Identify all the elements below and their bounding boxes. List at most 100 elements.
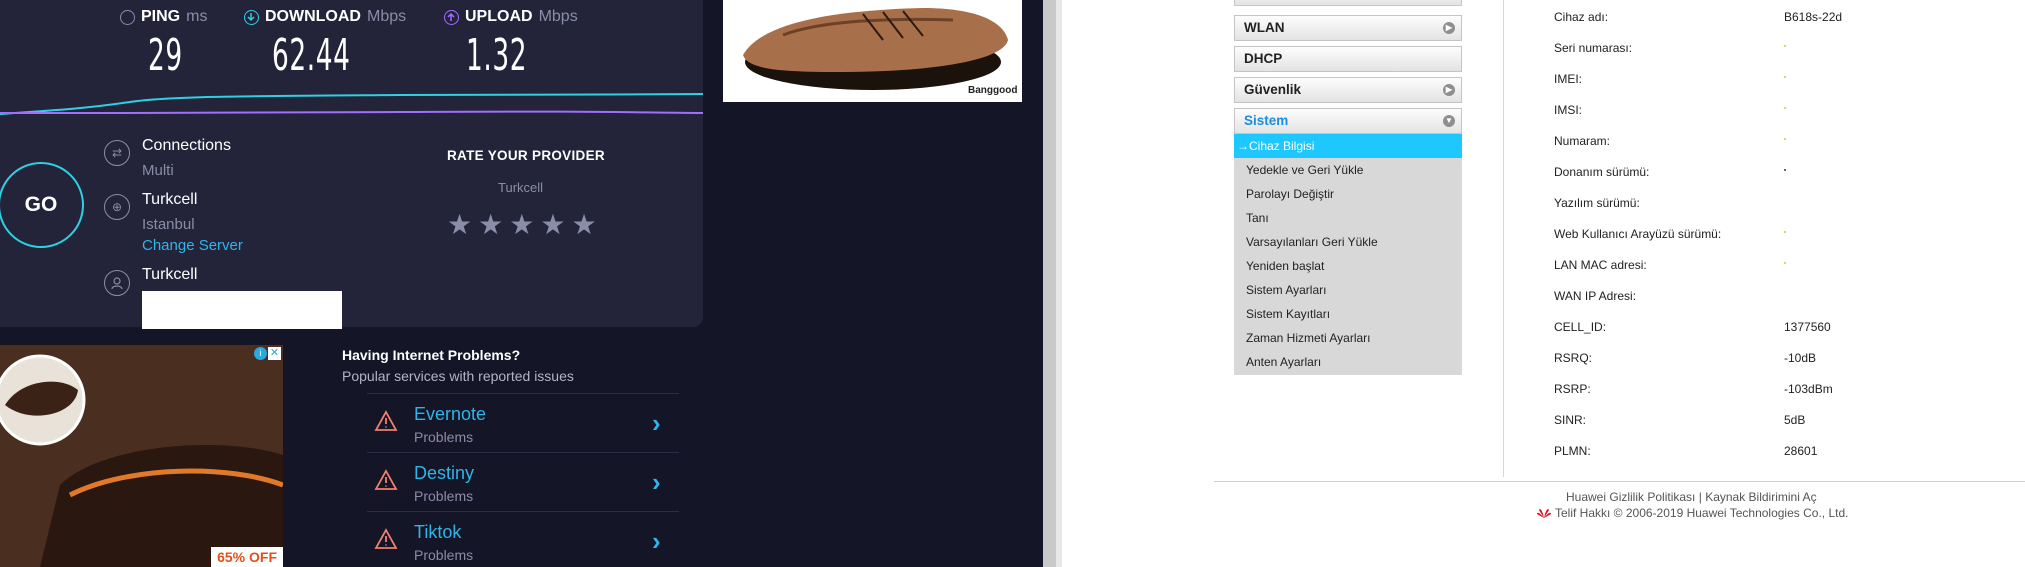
problem-name: Tiktok xyxy=(414,522,462,542)
submenu-item-yeniden-baslat[interactable]: Yeniden başlat xyxy=(1234,254,1462,278)
footer-divider xyxy=(1214,481,2025,482)
nav-item-vpn[interactable] xyxy=(1234,0,1462,6)
redacted-value xyxy=(1784,76,1786,78)
content-divider xyxy=(1503,0,1504,477)
problems-subtitle: Popular services with reported issues xyxy=(342,368,574,384)
submenu-item-tani[interactable]: Tanı xyxy=(1234,206,1462,230)
ping-icon xyxy=(120,9,135,25)
download-value: 62.44 xyxy=(272,30,351,81)
speedtest-panel: PING ms 29 DOWNLOAD Mbps 62.44 UPLOAD Mb xyxy=(0,0,703,329)
star-icon[interactable]: ★ xyxy=(509,211,534,239)
ip-address-redacted xyxy=(142,291,342,329)
nav-item-guvenlik[interactable]: Güvenlik ▶ xyxy=(1234,77,1462,103)
star-icon[interactable]: ★ xyxy=(447,211,472,239)
download-metric: DOWNLOAD Mbps 62.44 xyxy=(244,8,406,81)
problem-status: Problems xyxy=(414,547,474,563)
warning-icon xyxy=(374,410,398,431)
connections-icon[interactable]: ⇄ xyxy=(104,140,130,166)
star-icon[interactable]: ★ xyxy=(571,211,596,239)
redacted-value xyxy=(1784,231,1786,233)
speedtest-window: PING ms 29 DOWNLOAD Mbps 62.44 UPLOAD Mb xyxy=(0,0,1043,567)
nav-label: Güvenlik xyxy=(1244,82,1302,97)
chevron-right-icon[interactable]: › xyxy=(652,526,661,557)
discount-badge: 65% OFF xyxy=(211,547,283,567)
redacted-value xyxy=(1784,45,1786,47)
footer-links: Huawei Gizlilik Politikası | Kaynak Bild… xyxy=(1566,490,1817,504)
star-icon[interactable]: ★ xyxy=(478,211,503,239)
ad-info-icon[interactable]: i xyxy=(254,347,267,360)
submenu-item-zaman[interactable]: Zaman Hizmeti Ayarları xyxy=(1234,326,1462,350)
upload-icon xyxy=(444,9,459,25)
nav-item-sistem[interactable]: Sistem ▼ xyxy=(1234,108,1462,134)
upload-unit: Mbps xyxy=(538,8,578,25)
download-unit: Mbps xyxy=(366,8,407,25)
go-button[interactable]: GO xyxy=(0,162,84,248)
warning-icon xyxy=(374,528,398,549)
warning-icon xyxy=(374,469,398,490)
submenu-item-varsayilan[interactable]: Varsayılanları Geri Yükle xyxy=(1234,230,1462,254)
problem-name: Evernote xyxy=(414,404,487,424)
download-icon xyxy=(244,9,259,25)
banggood-logo: Banggood xyxy=(968,85,1018,96)
ping-unit: ms xyxy=(186,8,208,25)
submenu-item-sistem-ayarlari[interactable]: Sistem Ayarları xyxy=(1234,278,1462,302)
download-label: DOWNLOAD xyxy=(265,8,361,25)
nav-item-dhcp[interactable]: DHCP xyxy=(1234,46,1462,72)
copyright-text: Telif Hakkı © 2006-2019 Huawei Technolog… xyxy=(1555,506,1849,520)
nav-label: WLAN xyxy=(1244,20,1285,35)
redacted-value xyxy=(1784,107,1786,109)
ad-close-icon[interactable]: ✕ xyxy=(268,347,281,360)
submenu-item-sistem-kayitlari[interactable]: Sistem Kayıtları xyxy=(1234,302,1462,326)
upload-value: 1.32 xyxy=(466,30,528,81)
arrow-right-icon: → xyxy=(1237,139,1249,153)
rate-provider-name: Turkcell xyxy=(498,180,544,195)
shoe-ad-banner[interactable]: Banggood xyxy=(723,0,1022,102)
ping-metric: PING ms 29 xyxy=(120,8,207,81)
huawei-logo-icon xyxy=(1537,509,1551,518)
change-server-link[interactable]: Change Server xyxy=(142,237,243,254)
globe-icon: ⊕ xyxy=(104,194,130,220)
submenu-item-anten[interactable]: Anten Ayarları xyxy=(1234,350,1462,374)
provider-name: Turkcell xyxy=(142,266,198,283)
chevron-right-icon: ▶ xyxy=(1443,84,1455,96)
chevron-right-icon[interactable]: › xyxy=(652,408,661,439)
connections-value[interactable]: Multi xyxy=(142,162,174,179)
nav-label: Sistem xyxy=(1244,113,1289,128)
problem-name: Destiny xyxy=(414,463,475,483)
window-splitter[interactable] xyxy=(1043,0,1056,567)
chevron-down-icon: ▼ xyxy=(1443,115,1455,127)
chevron-right-icon: ▶ xyxy=(1443,22,1455,34)
server-name: Turkcell xyxy=(142,191,198,208)
redacted-value xyxy=(1784,138,1786,140)
footer-copyright: Telif Hakkı © 2006-2019 Huawei Technolog… xyxy=(1536,506,1848,520)
redacted-value xyxy=(1784,262,1786,264)
submenu-item-parola[interactable]: Parolayı Değiştir xyxy=(1234,182,1462,206)
problem-item-evernote[interactable]: Evernote Problems › xyxy=(367,393,679,452)
footer-separator: | xyxy=(1698,490,1702,504)
upload-label: UPLOAD xyxy=(465,8,533,25)
connections-label: Connections xyxy=(142,137,231,154)
submenu-item-yedekle[interactable]: Yedekle ve Geri Yükle xyxy=(1234,158,1462,182)
rate-provider-title: RATE YOUR PROVIDER xyxy=(447,148,605,163)
star-icon[interactable]: ★ xyxy=(540,211,565,239)
privacy-policy-link[interactable]: Huawei Gizlilik Politikası xyxy=(1566,490,1695,504)
router-admin-window: WLAN ▶ DHCP Güvenlik ▶ Sistem ▼ →Cihaz B… xyxy=(1062,0,2025,567)
problem-status: Problems xyxy=(414,429,474,445)
sistem-submenu: →Cihaz Bilgisi Yedekle ve Geri Yükle Par… xyxy=(1234,134,1462,375)
open-source-notice-link[interactable]: Kaynak Bildirimini Aç xyxy=(1705,490,1816,504)
nav-item-wlan[interactable]: WLAN ▶ xyxy=(1234,15,1462,41)
shoe-ad-2[interactable]: i ✕ 65% OFF xyxy=(0,345,283,567)
user-icon xyxy=(104,270,130,296)
chevron-right-icon[interactable]: › xyxy=(652,467,661,498)
server-location: Istanbul xyxy=(142,216,195,233)
nav-label: DHCP xyxy=(1244,51,1283,66)
problem-item-destiny[interactable]: Destiny Problems › xyxy=(367,452,679,511)
submenu-item-cihaz-bilgisi[interactable]: →Cihaz Bilgisi xyxy=(1234,134,1462,158)
problems-title: Having Internet Problems? xyxy=(342,347,521,363)
problem-item-tiktok[interactable]: Tiktok Problems › xyxy=(367,511,679,567)
shoe-ad-image xyxy=(0,345,283,567)
redacted-value xyxy=(1784,169,1786,171)
rating-stars[interactable]: ★ ★ ★ ★ ★ xyxy=(447,211,597,239)
upload-metric: UPLOAD Mbps 1.32 xyxy=(444,8,578,81)
upload-line xyxy=(0,110,703,114)
